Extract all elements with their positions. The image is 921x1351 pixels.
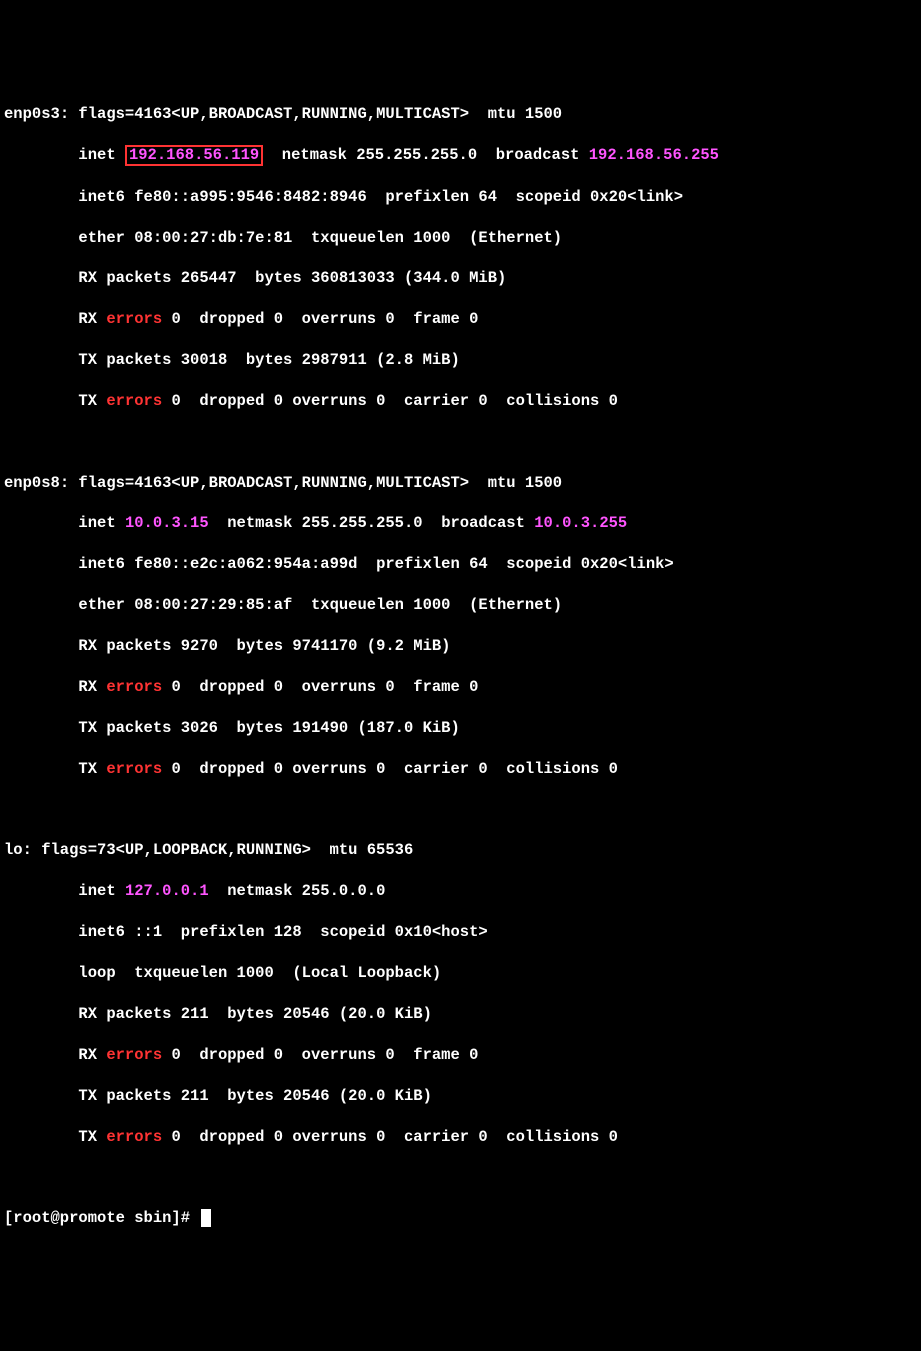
ip-address-lo: 127.0.0.1 [125,882,209,900]
lo-header: lo: flags=73<UP,LOOPBACK,RUNNING> mtu 65… [4,840,917,860]
lo-rxpackets: RX packets 211 bytes 20546 (20.0 KiB) [4,1004,917,1024]
terminal-output: enp0s3: flags=4163<UP,BROADCAST,RUNNING,… [4,84,917,1249]
lo-inet6: inet6 ::1 prefixlen 128 scopeid 0x10<hos… [4,922,917,942]
lo-rxerrors: RX errors 0 dropped 0 overruns 0 frame 0 [4,1045,917,1065]
iface-rxpackets-0: RX packets 265447 bytes 360813033 (344.0… [4,268,917,288]
iface-inet6-1: inet6 fe80::e2c:a062:954a:a99d prefixlen… [4,554,917,574]
iface-rxerrors-0: RX errors 0 dropped 0 overruns 0 frame 0 [4,309,917,329]
ip-address-0: 192.168.56.119 [129,146,259,164]
ip-address-1: 10.0.3.15 [125,514,209,532]
iface-txerrors-1: TX errors 0 dropped 0 overruns 0 carrier… [4,759,917,779]
highlighted-ip: 192.168.56.119 [125,145,263,166]
iface-rxerrors-1: RX errors 0 dropped 0 overruns 0 frame 0 [4,677,917,697]
blank-line [4,800,917,820]
broadcast-0: 192.168.56.255 [589,146,719,164]
cursor-icon [201,1209,211,1227]
iface-inet-0: inet 192.168.56.119 netmask 255.255.255.… [4,145,917,166]
shell-prompt[interactable]: [root@promote sbin]# [4,1208,917,1228]
iface-inet6-0: inet6 fe80::a995:9546:8482:8946 prefixle… [4,187,917,207]
broadcast-1: 10.0.3.255 [534,514,627,532]
iface-ether-1: ether 08:00:27:29:85:af txqueuelen 1000 … [4,595,917,615]
iface-txerrors-0: TX errors 0 dropped 0 overruns 0 carrier… [4,391,917,411]
iface-txpackets-1: TX packets 3026 bytes 191490 (187.0 KiB) [4,718,917,738]
iface-txpackets-0: TX packets 30018 bytes 2987911 (2.8 MiB) [4,350,917,370]
blank-line [4,1168,917,1188]
blank-line [4,432,917,452]
errors-label: errors [106,760,162,778]
iface-inet-1: inet 10.0.3.15 netmask 255.255.255.0 bro… [4,513,917,533]
iface-ether-0: ether 08:00:27:db:7e:81 txqueuelen 1000 … [4,228,917,248]
iface-header-1: enp0s8: flags=4163<UP,BROADCAST,RUNNING,… [4,473,917,493]
lo-inet: inet 127.0.0.1 netmask 255.0.0.0 [4,881,917,901]
errors-label: errors [106,1046,162,1064]
iface-rxpackets-1: RX packets 9270 bytes 9741170 (9.2 MiB) [4,636,917,656]
lo-loop: loop txqueuelen 1000 (Local Loopback) [4,963,917,983]
errors-label: errors [106,678,162,696]
iface-header-0: enp0s3: flags=4163<UP,BROADCAST,RUNNING,… [4,104,917,124]
errors-label: errors [106,1128,162,1146]
lo-txpackets: TX packets 211 bytes 20546 (20.0 KiB) [4,1086,917,1106]
lo-txerrors: TX errors 0 dropped 0 overruns 0 carrier… [4,1127,917,1147]
errors-label: errors [106,392,162,410]
errors-label: errors [106,310,162,328]
